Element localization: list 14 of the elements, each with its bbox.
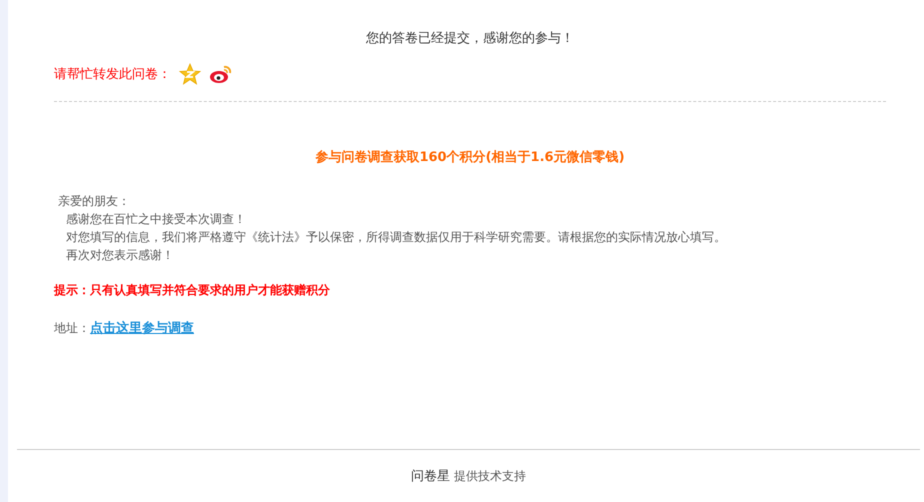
weibo-icon[interactable]	[209, 64, 233, 84]
reward-heading: 参与问卷调查获取160个积分(相当于1.6元微信零钱)	[314, 149, 626, 166]
letter-line: 对您填写的信息，我们将严格遵守《统计法》予以保密，所得调查数据仅用于科学研究需要。请根据您的实际情况放心填写。	[65, 229, 727, 246]
address-label: 地址：	[54, 320, 90, 337]
brand-name: 问卷星	[411, 468, 450, 485]
star-icon[interactable]	[179, 63, 201, 85]
survey-link[interactable]: 点击这里参与调查	[90, 319, 194, 337]
tip-text: 提示：只有认真填写并符合要求的用户才能获赠积分	[54, 282, 331, 299]
submitted-message: 您的答卷已经提交，感谢您的参与！	[365, 30, 575, 47]
letter-line: 再次对您表示感谢！	[65, 247, 175, 264]
letter-line: 感谢您在百忙之中接受本次调查！	[65, 211, 247, 228]
footer-text: 提供技术支持	[454, 468, 526, 484]
letter-line: 亲爱的朋友：	[57, 193, 131, 210]
share-label: 请帮忙转发此问卷：	[54, 66, 171, 83]
